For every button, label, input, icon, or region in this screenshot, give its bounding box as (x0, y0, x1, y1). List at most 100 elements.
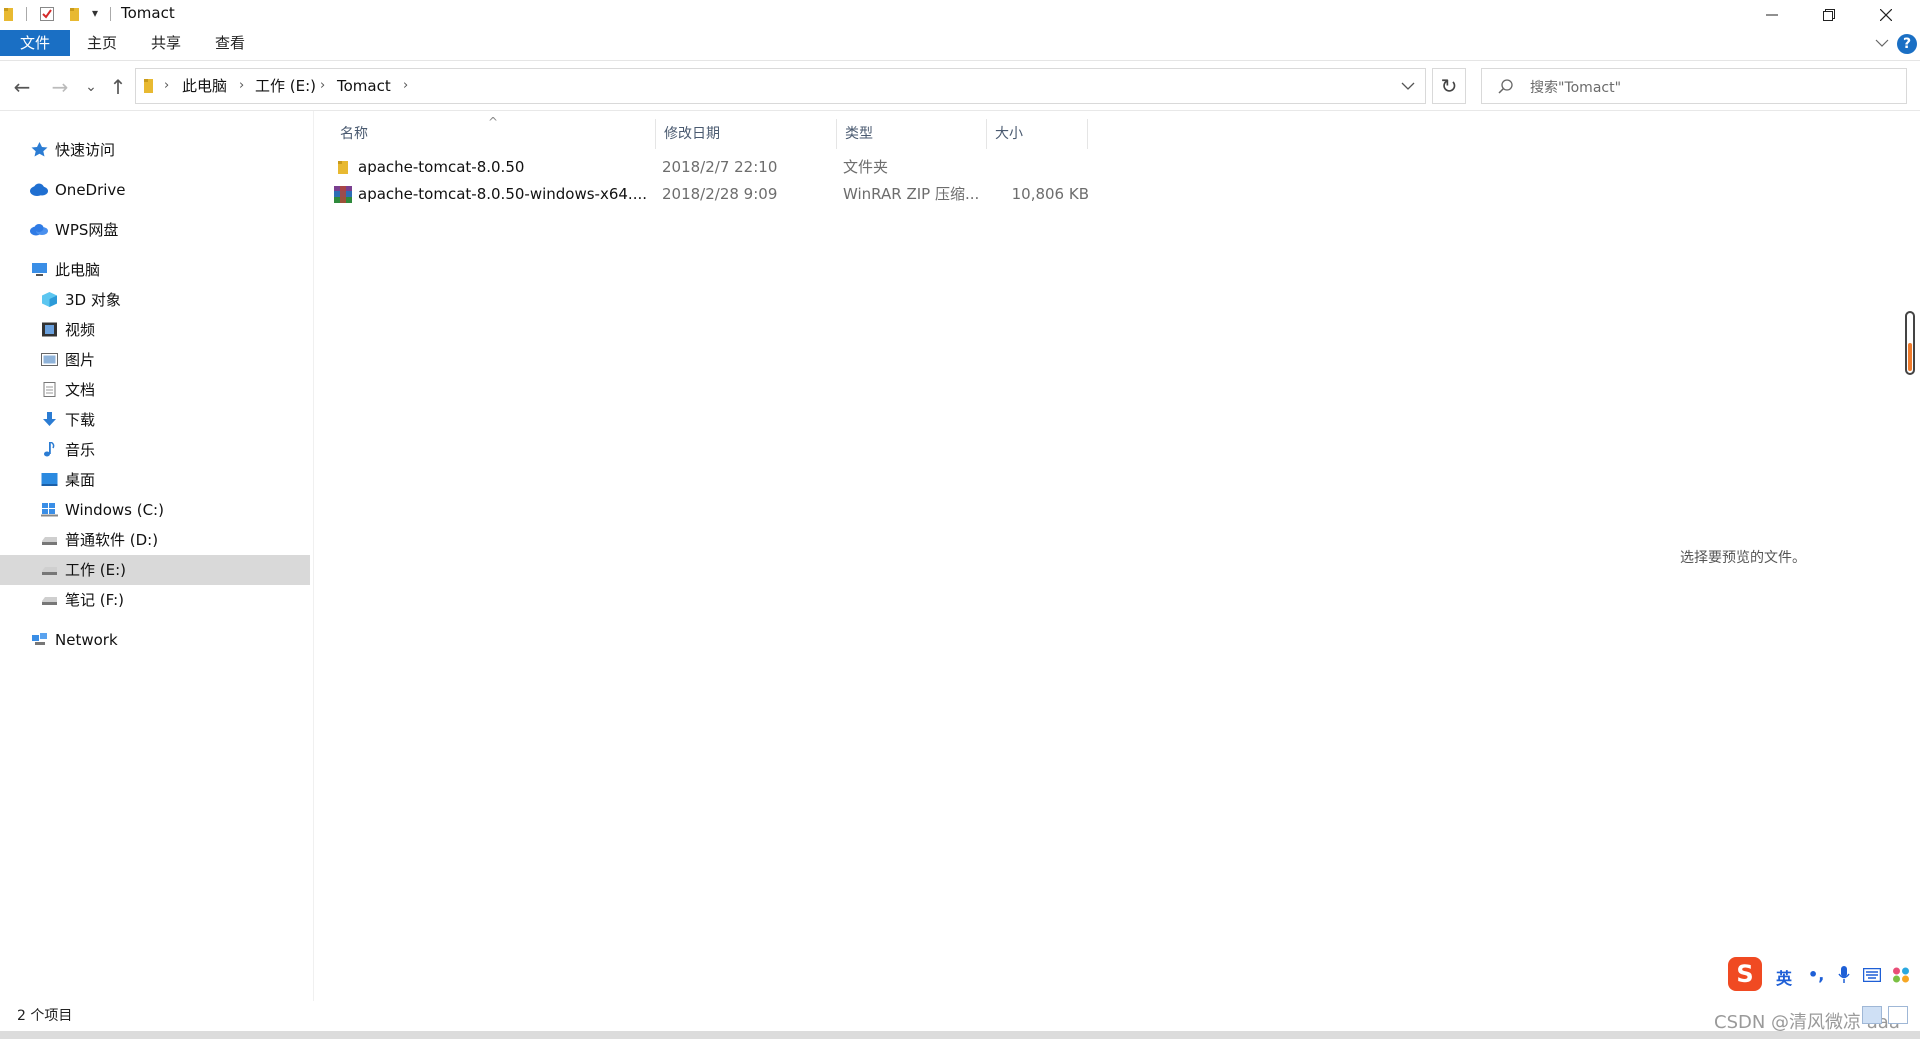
file-row-folder[interactable]: apache-tomcat-8.0.50 2018/2/7 22:10 文件夹 (332, 154, 1402, 181)
file-modified: 2018/2/7 22:10 (662, 158, 778, 176)
restore-button[interactable] (1800, 0, 1857, 30)
file-list-pane: 名称 ^ 修改日期 类型 大小 apache-tomcat-8.0.50 201… (314, 111, 1904, 1001)
properties-icon[interactable] (40, 6, 54, 22)
computer-icon (32, 263, 47, 276)
file-modified: 2018/2/28 9:09 (662, 185, 778, 203)
navigation-bar: ← → ⌄ ↑ › 此电脑 › 工作 (E:) › Tomact › ↻ 搜索"… (0, 64, 1920, 111)
search-box[interactable]: 搜索"Tomact" (1481, 68, 1907, 104)
restore-icon (1822, 9, 1835, 21)
star-icon (31, 142, 48, 157)
sidebar-item-label: 视频 (65, 321, 96, 339)
sidebar-item-network[interactable]: Network (0, 625, 310, 655)
recent-locations-button[interactable]: ⌄ (82, 72, 100, 102)
column-header-modified[interactable]: 修改日期 (656, 119, 837, 149)
sort-ascending-icon: ^ (488, 115, 499, 129)
column-header-name[interactable]: 名称 ^ (332, 115, 656, 149)
scrollbar[interactable] (1905, 311, 1915, 375)
file-name: apache-tomcat-8.0.50-windows-x64.... (358, 185, 647, 203)
preview-pane-message: 选择要预览的文件。 (1680, 550, 1806, 566)
skin-icon[interactable] (1892, 967, 1910, 983)
breadcrumb-separator[interactable]: › (239, 69, 244, 103)
chevron-down-icon[interactable] (1875, 37, 1889, 49)
sogou-logo[interactable]: S (1728, 957, 1762, 991)
sidebar-item-label: 普通软件 (D:) (65, 531, 159, 549)
cube-icon (42, 292, 57, 307)
divider (110, 7, 111, 21)
refresh-button[interactable]: ↻ (1432, 68, 1466, 104)
folder-icon (144, 79, 153, 93)
sidebar-item-drive-d[interactable]: 普通软件 (D:) (0, 525, 310, 555)
ime-language-toggle[interactable]: 英 (1776, 965, 1792, 989)
sidebar-item-label: 3D 对象 (65, 291, 121, 309)
breadcrumb-drive-e[interactable]: 工作 (E:) (255, 69, 316, 103)
back-button[interactable]: ← (8, 72, 36, 102)
sidebar-item-label: 此电脑 (55, 261, 101, 279)
minimize-button[interactable] (1743, 0, 1800, 30)
breadcrumb-tomact[interactable]: Tomact (337, 69, 391, 103)
sidebar-item-label: 快速访问 (55, 141, 116, 159)
breadcrumb-separator[interactable]: › (320, 69, 325, 103)
tab-home[interactable]: 主页 (70, 30, 134, 56)
column-header-label: 名称 (340, 126, 368, 142)
customize-quick-access-dropdown[interactable]: ▾ (92, 6, 98, 20)
sidebar-item-drive-f[interactable]: 笔记 (F:) (0, 585, 310, 615)
keyboard-icon[interactable] (1863, 968, 1881, 982)
close-button[interactable] (1857, 0, 1914, 30)
navigation-pane: 快速访问 OneDrive WPS网盘 此电脑 3D 对象 视频 图片 文档 下… (0, 111, 314, 1001)
column-header-label: 大小 (995, 126, 1023, 142)
sidebar-item-desktop[interactable]: 桌面 (0, 465, 310, 495)
tab-share[interactable]: 共享 (134, 30, 198, 56)
help-button[interactable]: ? (1897, 34, 1917, 54)
file-type: 文件夹 (843, 158, 889, 176)
sidebar-item-drive-e[interactable]: 工作 (E:) (0, 555, 310, 585)
sidebar-item-quick-access[interactable]: 快速访问 (0, 135, 310, 165)
taskbar-edge (0, 1031, 1920, 1039)
sidebar-item-documents[interactable]: 文档 (0, 375, 310, 405)
file-row-archive[interactable]: apache-tomcat-8.0.50-windows-x64.... 201… (332, 181, 1402, 208)
file-name: apache-tomcat-8.0.50 (358, 158, 525, 176)
music-icon (44, 442, 55, 457)
breadcrumb-this-pc[interactable]: 此电脑 (182, 69, 227, 103)
breadcrumb-separator[interactable]: › (164, 69, 169, 103)
sidebar-item-label: 音乐 (65, 441, 96, 459)
network-icon (32, 633, 47, 645)
search-placeholder: 搜索"Tomact" (1530, 80, 1622, 96)
tab-view[interactable]: 查看 (198, 30, 262, 56)
drive-icon (42, 567, 57, 575)
sidebar-item-drive-c[interactable]: Windows (C:) (0, 495, 310, 525)
sidebar-item-wps-cloud[interactable]: WPS网盘 (0, 215, 310, 245)
file-type: WinRAR ZIP 压缩... (843, 185, 980, 203)
breadcrumb-separator[interactable]: › (403, 69, 408, 103)
sidebar-item-this-pc[interactable]: 此电脑 (0, 255, 310, 285)
sidebar-item-videos[interactable]: 视频 (0, 315, 310, 345)
desktop-icon (41, 473, 58, 486)
forward-button[interactable]: → (46, 72, 74, 102)
chevron-down-icon[interactable] (1401, 81, 1415, 91)
mic-icon[interactable] (1838, 966, 1850, 984)
cloud-icon (30, 183, 48, 196)
column-header-type[interactable]: 类型 (837, 119, 987, 149)
sidebar-item-label: 下载 (65, 411, 96, 429)
column-header-size[interactable]: 大小 (987, 119, 1088, 149)
scrollbar-thumb[interactable] (1908, 343, 1912, 371)
sidebar-item-onedrive[interactable]: OneDrive (0, 175, 310, 205)
sidebar-item-3d-objects[interactable]: 3D 对象 (0, 285, 310, 315)
tab-file[interactable]: 文件 (0, 30, 70, 56)
up-button[interactable]: ↑ (106, 72, 130, 102)
sidebar-item-label: 桌面 (65, 471, 96, 489)
sidebar-item-label: 图片 (65, 351, 96, 369)
details-view-button[interactable] (1862, 1006, 1882, 1024)
sidebar-item-label: 工作 (E:) (65, 561, 127, 579)
drive-icon (42, 537, 57, 545)
divider (26, 7, 27, 21)
sidebar-item-music[interactable]: 音乐 (0, 435, 310, 465)
file-size: 10,806 KB (1011, 185, 1089, 203)
sidebar-item-downloads[interactable]: 下载 (0, 405, 310, 435)
address-bar[interactable]: › 此电脑 › 工作 (E:) › Tomact › (135, 68, 1426, 104)
item-count: 2 个项目 (17, 1008, 73, 1024)
winrar-archive-icon (334, 186, 352, 203)
sidebar-item-pictures[interactable]: 图片 (0, 345, 310, 375)
large-icons-view-button[interactable] (1888, 1006, 1908, 1024)
new-folder-icon[interactable] (68, 6, 82, 22)
ime-punctuation-toggle[interactable]: •, (1808, 965, 1824, 984)
